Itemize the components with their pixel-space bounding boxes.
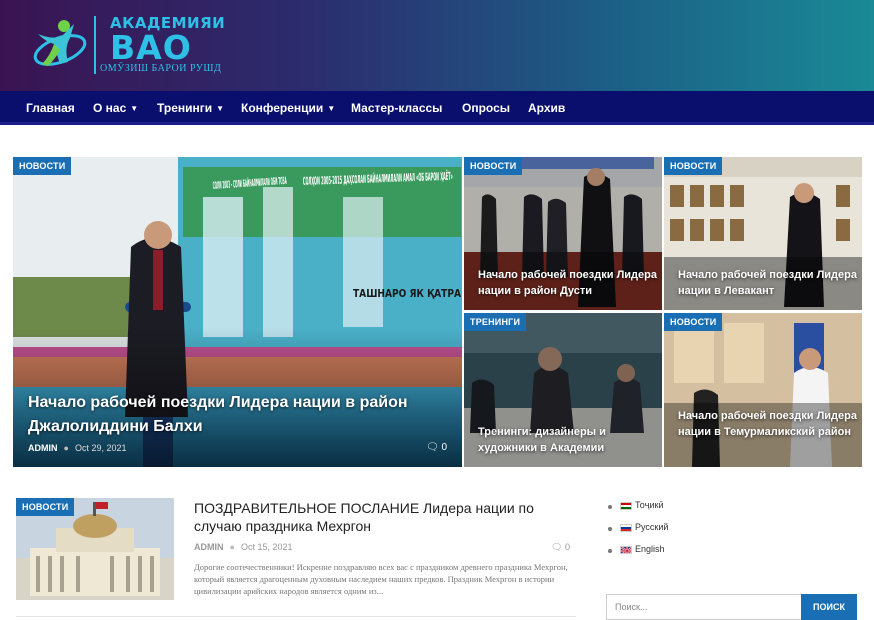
nav-item-home[interactable]: Главная	[26, 101, 75, 115]
nav-item-trainings[interactable]: Тренинги ▼	[157, 101, 224, 115]
chevron-down-icon: ▼	[130, 104, 139, 114]
search-input[interactable]: Поиск...	[606, 594, 802, 620]
bullet-icon	[608, 527, 612, 531]
post-date: Oct 15, 2021	[240, 542, 293, 552]
russia-flag-icon	[620, 524, 632, 532]
comment-count[interactable]: 🗨 0	[426, 442, 447, 453]
featured-small-card-4[interactable]: НОВОСТИ Начало рабочей поездки Лидера на…	[664, 313, 862, 467]
logo-line3: ОМӮЗИШ БАРОИ РУШД	[100, 63, 222, 74]
nav-item-archive[interactable]: Архив	[528, 101, 565, 115]
search-button[interactable]: ПОИСК	[801, 594, 857, 620]
divider	[16, 616, 576, 617]
comment-icon: 🗨	[551, 542, 563, 552]
uk-flag-icon	[620, 546, 632, 554]
comment-icon: 🗨	[425, 442, 439, 453]
featured-main-title[interactable]: Начало рабочей поездки Лидера нации в ра…	[28, 391, 448, 439]
logo-divider	[94, 16, 96, 74]
nav-item-polls[interactable]: Опросы	[462, 101, 510, 115]
featured-small-title[interactable]: Начало рабочей поездки Лидера нации в Те…	[678, 408, 858, 440]
bullet-icon	[608, 549, 612, 553]
nav-item-conferences[interactable]: Конференции ▼	[241, 101, 335, 115]
site-header: АКАДЕМИЯИ ВАО ОМӮЗИШ БАРОИ РУШД	[0, 0, 874, 91]
nav-item-masterclasses[interactable]: Мастер-классы	[351, 101, 442, 115]
category-badge[interactable]: НОВОСТИ	[664, 157, 723, 175]
nav-item-about[interactable]: О нас ▼	[93, 101, 138, 115]
featured-main-card[interactable]: СОЛИ 2003 - СОЛИ БАЙНАЛМИЛАЛИ ОБИ ТОЗА С…	[13, 157, 462, 467]
featured-small-title[interactable]: Начало рабочей поездки Лидера нации в ра…	[478, 267, 658, 299]
academy-logo-icon	[33, 20, 87, 66]
comment-count[interactable]: 🗨 0	[551, 542, 570, 553]
banner-text-right: СОЛҲОИ 2005-2015 ДАҲСОЛАИ БАЙНАЛМИЛАЛИ А…	[303, 169, 453, 188]
logo-line2: ВАО	[110, 28, 192, 67]
article-title[interactable]: ПОЗДРАВИТЕЛЬНОЕ ПОСЛАНИЕ Лидера нации по…	[194, 499, 574, 535]
category-badge[interactable]: НОВОСТИ	[13, 157, 72, 175]
category-badge[interactable]: ТРЕНИНГИ	[464, 313, 527, 331]
featured-small-card-2[interactable]: НОВОСТИ Начало рабочей поездки Лидера на…	[664, 157, 862, 310]
category-badge[interactable]: НОВОСТИ	[464, 157, 523, 175]
featured-small-card-3[interactable]: ТРЕНИНГИ Тренинги: дизайнеры и художники…	[464, 313, 662, 467]
site-logo[interactable]: АКАДЕМИЯИ ВАО ОМӮЗИШ БАРОИ РУШД	[30, 12, 230, 80]
banner-text-left: СОЛИ 2003 - СОЛИ БАЙНАЛМИЛАЛИ ОБИ ТОЗА	[212, 174, 287, 192]
category-badge[interactable]: НОВОСТИ	[16, 498, 75, 516]
tajikistan-flag-icon	[620, 502, 632, 510]
author-name[interactable]: ADMIN	[28, 443, 58, 453]
article-excerpt: Дорогие соотечественники! Искренне поздр…	[194, 562, 568, 596]
featured-small-image	[664, 313, 862, 467]
featured-small-title[interactable]: Начало рабочей поездки Лидера нации в Ле…	[678, 267, 858, 299]
bullet-icon	[608, 505, 612, 509]
article-meta: ADMIN ● Oct 15, 2021 🗨 0	[194, 542, 570, 552]
chevron-down-icon: ▼	[327, 104, 336, 114]
chevron-down-icon: ▼	[216, 104, 225, 114]
article-thumbnail[interactable]: НОВОСТИ	[16, 498, 174, 600]
banner-text-bottom: ТАШНАРО ЯК ҚАТРА	[353, 287, 461, 300]
post-date: Oct 29, 2021	[74, 443, 127, 453]
featured-small-card-1[interactable]: НОВОСТИ Начало рабочей поездки Лидера на…	[464, 157, 662, 310]
category-badge[interactable]: НОВОСТИ	[664, 313, 723, 331]
featured-main-meta: ADMIN ● Oct 29, 2021	[28, 443, 127, 453]
featured-small-title[interactable]: Тренинги: дизайнеры и художники в Академ…	[478, 424, 658, 456]
main-nav: Главная О нас ▼ Тренинги ▼ Конференции ▼ Ма…	[0, 91, 874, 125]
author-name[interactable]: ADMIN	[194, 542, 224, 552]
